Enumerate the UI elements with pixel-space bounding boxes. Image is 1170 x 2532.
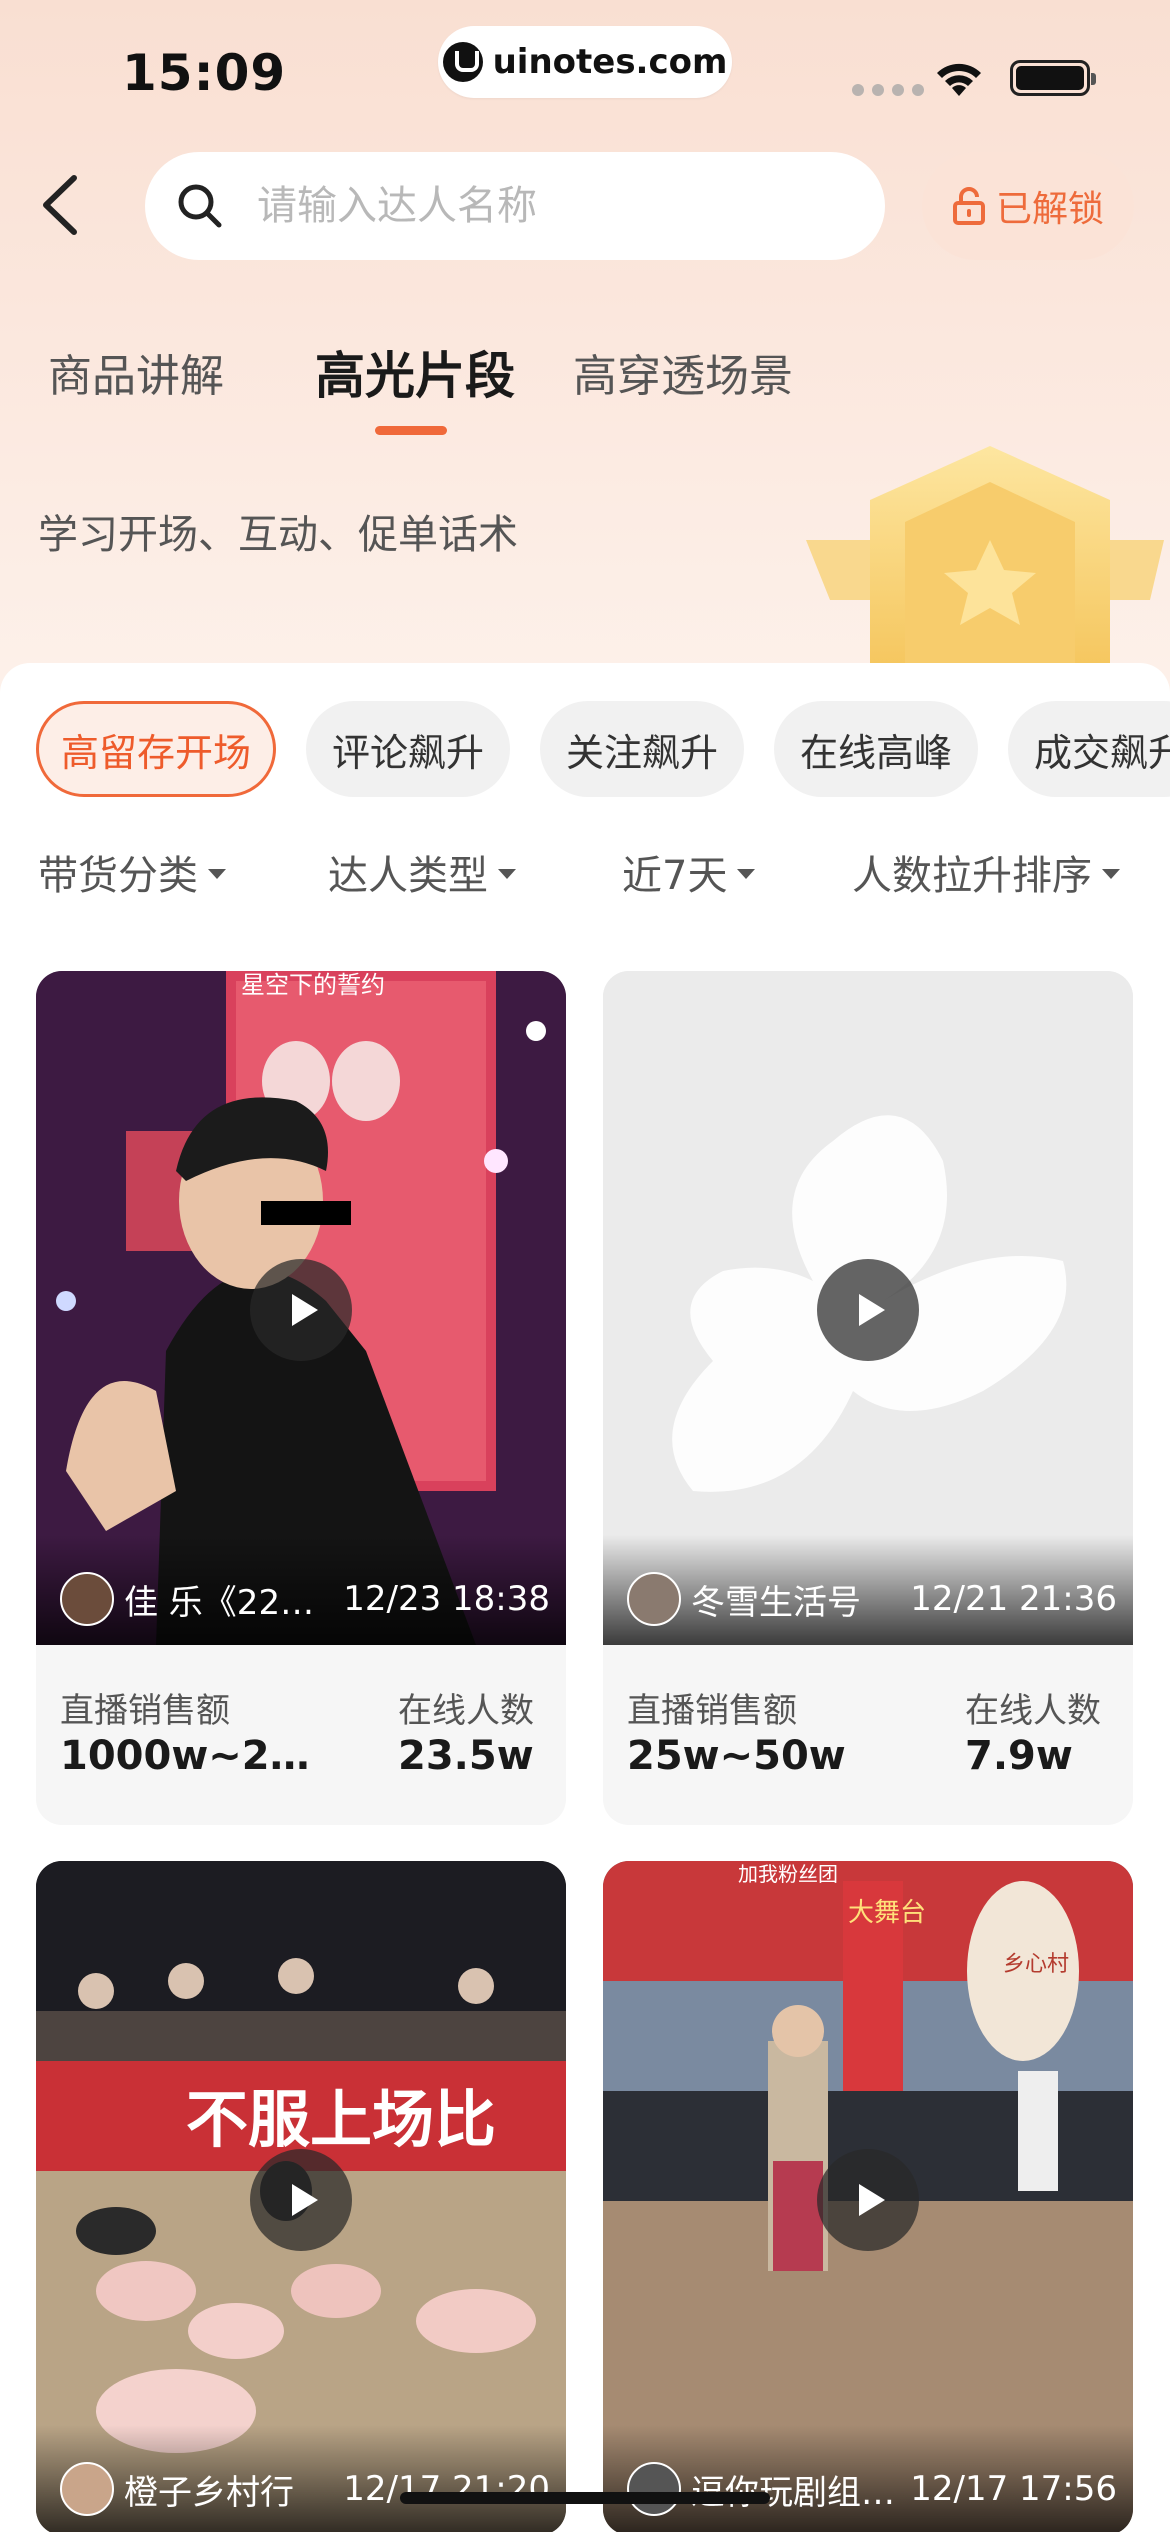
filter-creator-type-label: 达人类型	[328, 853, 488, 899]
status-time: 15:09	[122, 44, 287, 102]
tab-bar: 商品讲解 高光片段 高穿透场景	[0, 330, 1170, 440]
video-card[interactable]: 冬雪生活号 12/21 21:36 直播销售额 25w~50w 在线人数 7.9…	[603, 971, 1133, 1825]
chip-follow-surge[interactable]: 关注飙升	[540, 701, 744, 797]
video-card[interactable]: 加我粉丝团 大舞台 乡心村 逗你玩剧组… 12/17 17:56	[603, 1861, 1133, 2532]
battery-icon	[1010, 60, 1096, 96]
active-tab-indicator	[375, 426, 447, 435]
avatar[interactable]	[627, 1572, 681, 1626]
chip-deal-surge[interactable]: 成交飙升	[1008, 701, 1170, 797]
author-name[interactable]: 冬雪生活号	[691, 1575, 910, 1624]
author-row: 逗你玩剧组… 12/17 17:56	[627, 2461, 1117, 2517]
trophy-badge-icon	[806, 446, 1164, 670]
search-box[interactable]	[145, 152, 885, 260]
chip-row: 高留存开场 评论飙升 关注飙升 在线高峰 成交飙升	[0, 701, 1170, 801]
stage-banner-text: 星空下的誓约	[241, 971, 385, 999]
caret-down-icon	[208, 869, 226, 879]
wifi-icon	[937, 63, 981, 96]
caret-down-icon	[737, 869, 756, 879]
author-row: 冬雪生活号 12/21 21:36	[627, 1571, 1117, 1627]
caret-down-icon	[1102, 869, 1120, 879]
unlock-icon	[952, 187, 985, 225]
avatar[interactable]	[60, 1572, 114, 1626]
author-name[interactable]: 逗你玩剧组…	[691, 2465, 910, 2514]
filter-bar: 带货分类 达人类型 近7天 人数拉升排序	[0, 843, 1170, 913]
caret-down-icon	[498, 869, 516, 879]
status-bar: 15:09 uinotes.com	[0, 0, 1170, 140]
play-button[interactable]	[250, 2149, 352, 2251]
post-time: 12/21 21:36	[910, 1579, 1117, 1619]
card-stats: 直播销售额 1000w~250… 在线人数 23.5w	[36, 1645, 566, 1825]
author-name[interactable]: 橙子乡村行	[124, 2465, 343, 2514]
home-indicator[interactable]	[400, 2492, 770, 2504]
play-icon	[292, 2184, 318, 2216]
avatar[interactable]	[60, 2462, 114, 2516]
search-input[interactable]	[257, 183, 817, 229]
post-time: 12/17 17:56	[910, 2469, 1117, 2509]
url-text: uinotes.com	[492, 42, 728, 82]
filter-date-range[interactable]: 近7天	[622, 843, 756, 901]
unlock-label: 已解锁	[995, 189, 1104, 230]
stage-banner-text: 大舞台	[848, 1898, 926, 1928]
online-label: 在线人数	[398, 1691, 534, 1731]
unlock-button[interactable]: 已解锁	[922, 152, 1134, 260]
online-value: 7.9w	[965, 1733, 1073, 1779]
section-subtitle: 学习开场、互动、促单话术	[38, 512, 518, 558]
sales-value: 25w~50w	[627, 1733, 846, 1779]
author-row: 佳 乐《22至… 12/23 18:38	[60, 1571, 550, 1627]
tab-highlights[interactable]: 高光片段	[315, 336, 515, 408]
sales-label: 直播销售额	[627, 1691, 797, 1731]
signal-dots-icon	[852, 84, 924, 96]
lantern-text: 乡心村	[1003, 1952, 1069, 1977]
video-thumbnail[interactable]: 冬雪生活号 12/21 21:36	[603, 971, 1133, 1645]
site-logo-icon	[442, 42, 483, 82]
sales-label: 直播销售额	[60, 1691, 230, 1731]
tab-high-penetration[interactable]: 高穿透场景	[573, 340, 793, 404]
online-value: 23.5w	[398, 1733, 534, 1779]
chip-online-peak[interactable]: 在线高峰	[774, 701, 978, 797]
author-row: 橙子乡村行 12/17 21:20	[60, 2461, 550, 2517]
video-card[interactable]: 星空下的誓约 佳 乐《22至… 12/23 18:38 直播销售额 1000w~…	[36, 971, 566, 1825]
sales-value: 1000w~250…	[60, 1733, 330, 1779]
url-pill[interactable]: uinotes.com	[438, 26, 732, 98]
play-icon	[859, 1294, 885, 1326]
post-time: 12/23 18:38	[343, 1579, 550, 1619]
video-thumbnail[interactable]: 加我粉丝团 大舞台 乡心村 逗你玩剧组… 12/17 17:56	[603, 1861, 1133, 2532]
play-button[interactable]	[817, 2149, 919, 2251]
filter-category-label: 带货分类	[38, 853, 198, 899]
tab-product-explain[interactable]: 商品讲解	[48, 340, 224, 404]
fan-group-banner-text: 加我粉丝团	[738, 1862, 838, 1886]
play-button[interactable]	[250, 1259, 352, 1361]
filter-date-range-label: 近7天	[622, 853, 728, 899]
avatar[interactable]	[627, 2462, 681, 2516]
video-card[interactable]: 不服上场比 橙子乡村行 12/17 21:20	[36, 1861, 566, 2532]
filter-sort[interactable]: 人数拉升排序	[852, 843, 1120, 901]
card-stats: 直播销售额 25w~50w 在线人数 7.9w	[603, 1645, 1133, 1825]
banner-text: 不服上场比	[186, 2083, 496, 2156]
play-icon	[859, 2184, 885, 2216]
chip-comments-surge[interactable]: 评论飙升	[306, 701, 510, 797]
play-button[interactable]	[817, 1259, 919, 1361]
filter-sort-label: 人数拉升排序	[852, 853, 1092, 899]
video-thumbnail[interactable]: 星空下的誓约 佳 乐《22至… 12/23 18:38	[36, 971, 566, 1645]
back-arrow-icon[interactable]	[30, 170, 100, 240]
author-name[interactable]: 佳 乐《22至…	[124, 1575, 343, 1624]
search-icon	[178, 184, 222, 228]
filter-category[interactable]: 带货分类	[38, 843, 226, 901]
video-thumbnail[interactable]: 不服上场比 橙子乡村行 12/17 21:20	[36, 1861, 566, 2532]
filter-creator-type[interactable]: 达人类型	[328, 843, 516, 901]
chip-high-retention[interactable]: 高留存开场	[36, 701, 276, 797]
play-icon	[292, 1294, 318, 1326]
online-label: 在线人数	[965, 1691, 1101, 1731]
